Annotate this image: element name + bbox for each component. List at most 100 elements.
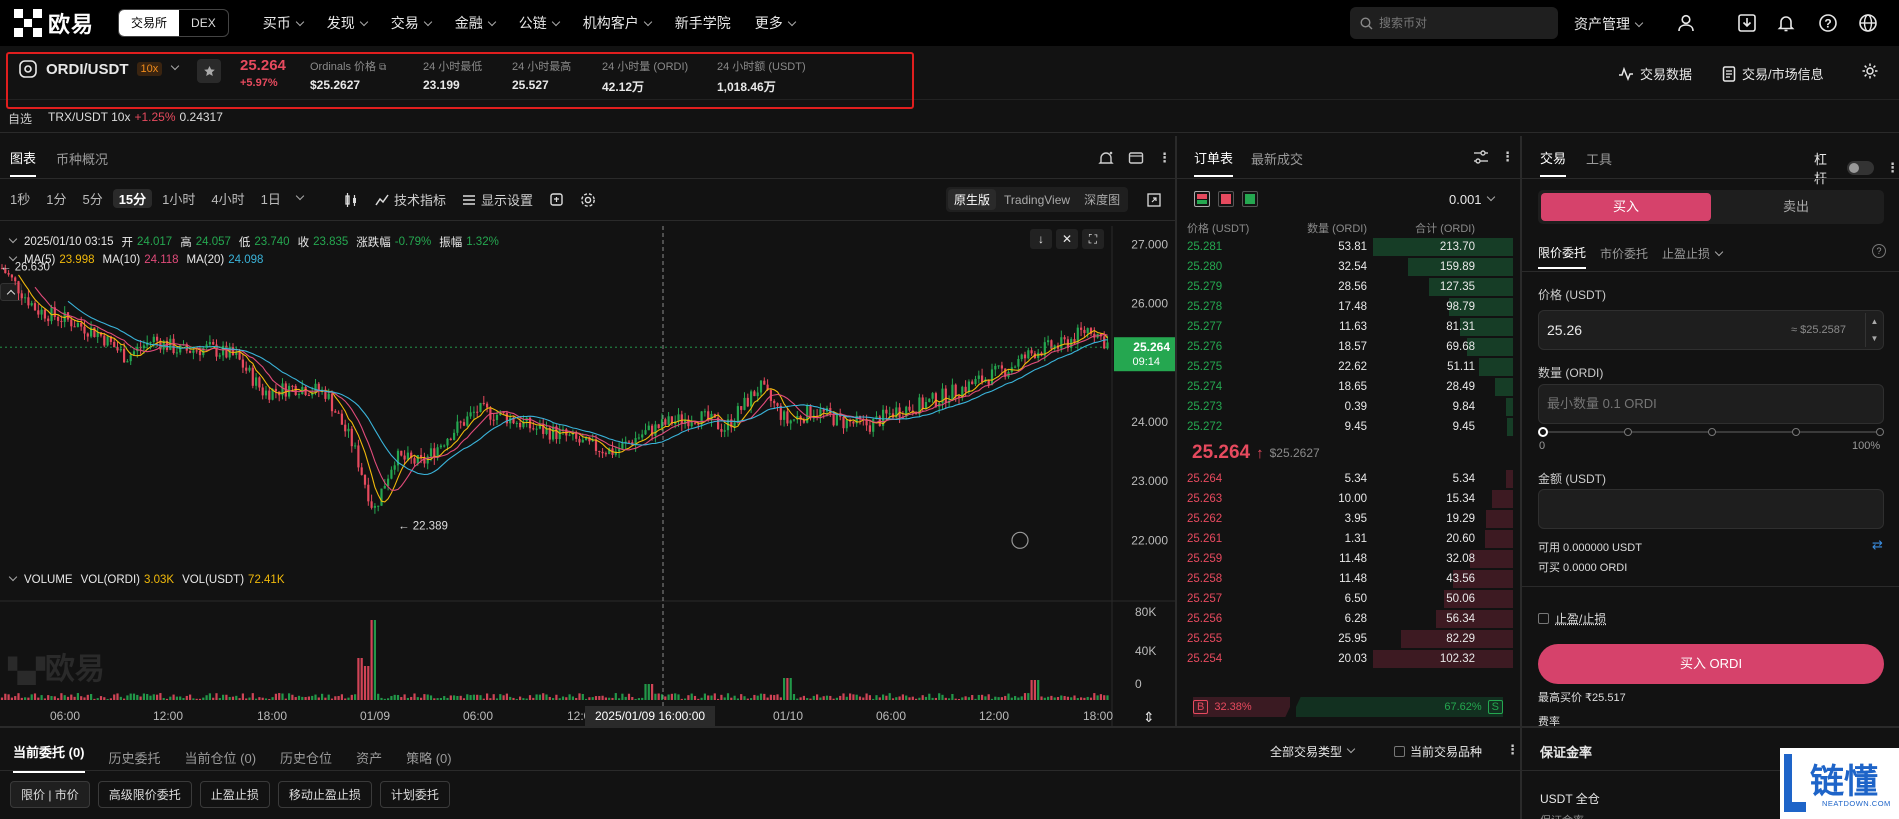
slider-tick[interactable] <box>1792 428 1800 436</box>
order-pill-1[interactable]: 高级限价委托 <box>97 781 192 808</box>
display-settings-button[interactable]: 显示设置 <box>462 190 533 209</box>
orderbook-row[interactable]: 25.280 32.54 159.89 <box>1177 257 1513 277</box>
asset-management-menu[interactable]: 资产管理 <box>1574 14 1644 34</box>
orders-tab-5[interactable]: 策略 (0) <box>406 748 452 767</box>
view-both-icon[interactable] <box>1194 191 1210 207</box>
view-native[interactable]: 原生版 <box>948 189 997 210</box>
buy-ordi-button[interactable]: 买入 ORDI <box>1538 644 1884 684</box>
orderbook-row[interactable]: 25.279 28.56 127.35 <box>1177 277 1513 297</box>
order-type-tpsl[interactable]: 止盈止损 <box>1662 245 1724 268</box>
timeframe-5[interactable]: 4小时 <box>205 189 250 208</box>
order-pill-4[interactable]: 计划委托 <box>379 781 450 808</box>
info-icon[interactable]: ? <box>1872 244 1886 258</box>
view-tradingview[interactable]: TradingView <box>998 191 1076 209</box>
orderbook-row[interactable]: 25.259 11.48 32.08 <box>1177 549 1513 569</box>
timeframe-6[interactable]: 1日 <box>255 189 287 208</box>
orderbook-row[interactable]: 25.262 3.95 19.29 <box>1177 509 1513 529</box>
amount-input[interactable] <box>1538 489 1884 529</box>
nav-item-7[interactable]: 更多 <box>743 13 807 33</box>
orderbook-row[interactable]: 25.277 11.63 81.31 <box>1177 317 1513 337</box>
trade-type-filter[interactable]: 全部交易类型 <box>1270 743 1356 760</box>
fullscreen-icon[interactable] <box>1147 193 1161 207</box>
help-icon[interactable]: ? <box>1816 11 1840 35</box>
orders-tab-0[interactable]: 当前委托 (0) <box>13 742 85 773</box>
orderbook-row[interactable]: 25.281 53.81 213.70 <box>1177 237 1513 257</box>
tab-chart[interactable]: 图表 <box>10 148 37 177</box>
order-pill-0[interactable]: 限价 | 市价 <box>10 781 90 808</box>
increment-icon[interactable]: ▲ <box>1871 317 1879 326</box>
more-vertical-icon[interactable]: ⋮ <box>1506 742 1519 758</box>
price-input[interactable]: 25.26 ≈ $25.2587 ▲ ▼ <box>1538 310 1884 350</box>
view-depth[interactable]: 深度图 <box>1078 189 1126 210</box>
nav-item-2[interactable]: 交易 <box>379 13 443 33</box>
orders-tab-3[interactable]: 历史仓位 <box>280 748 332 767</box>
timeframe-0[interactable]: 1秒 <box>4 189 36 208</box>
slider-handle[interactable] <box>1538 427 1548 437</box>
nav-item-6[interactable]: 新手学院 <box>663 13 743 33</box>
orderbook-row[interactable]: 25.264 5.34 5.34 <box>1177 469 1513 489</box>
nav-item-3[interactable]: 金融 <box>443 13 507 33</box>
orderbook-row[interactable]: 25.258 11.48 43.56 <box>1177 569 1513 589</box>
tab-tools[interactable]: 工具 <box>1586 149 1612 176</box>
view-asks-icon[interactable] <box>1218 191 1234 207</box>
search-input[interactable] <box>1379 16 1539 30</box>
more-vertical-icon[interactable]: ⋮ <box>1158 150 1171 166</box>
current-pair-checkbox[interactable]: 当前交易品种 <box>1394 743 1482 760</box>
qty-input-field[interactable] <box>1547 396 1867 411</box>
search-box[interactable] <box>1350 7 1558 39</box>
nav-item-5[interactable]: 机构客户 <box>571 13 663 33</box>
tab-exchange[interactable]: 交易所 <box>119 10 180 36</box>
tab-orderbook[interactable]: 订单表 <box>1194 148 1234 177</box>
orderbook-row[interactable]: 25.254 20.03 102.32 <box>1177 649 1513 669</box>
alert-icon[interactable] <box>1098 150 1114 166</box>
orderbook-row[interactable]: 25.263 10.00 15.34 <box>1177 489 1513 509</box>
buy-tab[interactable]: 买入 <box>1541 193 1711 221</box>
chart-settings-gear-icon[interactable] <box>580 192 596 208</box>
timeframe-2[interactable]: 5分 <box>76 189 108 208</box>
template-icon[interactable] <box>549 192 564 207</box>
orderbook-row[interactable]: 25.255 25.95 82.29 <box>1177 629 1513 649</box>
orderbook-row[interactable]: 25.256 6.28 56.34 <box>1177 609 1513 629</box>
orders-tab-4[interactable]: 资产 <box>356 748 382 767</box>
orderbook-row[interactable]: 25.261 1.31 20.60 <box>1177 529 1513 549</box>
more-vertical-icon[interactable]: ⋮ <box>1501 149 1514 165</box>
slider-tick[interactable] <box>1624 428 1632 436</box>
view-bids-icon[interactable] <box>1242 191 1258 207</box>
sell-tab[interactable]: 卖出 <box>1711 193 1881 221</box>
bell-icon[interactable] <box>1774 11 1798 35</box>
order-type-market[interactable]: 市价委托 <box>1600 245 1648 268</box>
indicators-button[interactable]: 技术指标 <box>375 190 446 209</box>
favorite-pair-trx[interactable]: TRX/USDT 10x +1.25% 0.24317 <box>48 110 223 124</box>
tpsl-checkbox[interactable]: 止盈/止损 <box>1538 610 1606 627</box>
qty-input[interactable] <box>1538 384 1884 424</box>
more-vertical-icon[interactable]: ⋮ <box>1886 160 1899 176</box>
leverage-toggle[interactable] <box>1847 161 1874 175</box>
collapse-chevron-icon[interactable] <box>8 572 18 582</box>
orders-tab-1[interactable]: 历史委托 <box>109 748 161 767</box>
order-pill-2[interactable]: 止盈止损 <box>199 781 270 808</box>
filter-sliders-icon[interactable] <box>1473 150 1489 164</box>
nav-item-4[interactable]: 公链 <box>507 13 571 33</box>
timeframe-4[interactable]: 1小时 <box>156 189 201 208</box>
tab-dex[interactable]: DEX <box>179 10 228 36</box>
order-type-limit[interactable]: 限价委托 <box>1538 244 1587 269</box>
orderbook-row[interactable]: 25.274 18.65 28.49 <box>1177 377 1513 397</box>
favorites-label[interactable]: 自选 <box>8 110 32 127</box>
transfer-icon[interactable]: ⇄ <box>1872 537 1883 553</box>
timeframe-more-chevron-icon[interactable] <box>295 191 305 200</box>
tab-trade[interactable]: 交易 <box>1540 148 1567 177</box>
orderbook-row[interactable]: 25.273 0.39 9.84 <box>1177 397 1513 417</box>
orderbook-row[interactable]: 25.272 9.45 9.45 <box>1177 417 1513 437</box>
price-chart[interactable]: 27.00026.00025.00024.00023.00022.00080K4… <box>0 226 1175 726</box>
favorite-star-button[interactable] <box>197 59 221 83</box>
stat-ordinals-price[interactable]: Ordinals 价格 ⧉ $25.2627 <box>310 58 386 92</box>
slider-tick[interactable] <box>1708 428 1716 436</box>
tab-recent-trades[interactable]: 最新成交 <box>1251 149 1303 176</box>
decrement-icon[interactable]: ▼ <box>1871 334 1879 343</box>
timeframe-1[interactable]: 1分 <box>40 189 72 208</box>
orders-tab-2[interactable]: 当前仓位 (0) <box>185 748 257 767</box>
nav-item-0[interactable]: 买币 <box>251 13 315 33</box>
orderbook-row[interactable]: 25.275 22.62 51.11 <box>1177 357 1513 377</box>
user-icon[interactable] <box>1674 11 1698 35</box>
orderbook-row[interactable]: 25.257 6.50 50.06 <box>1177 589 1513 609</box>
